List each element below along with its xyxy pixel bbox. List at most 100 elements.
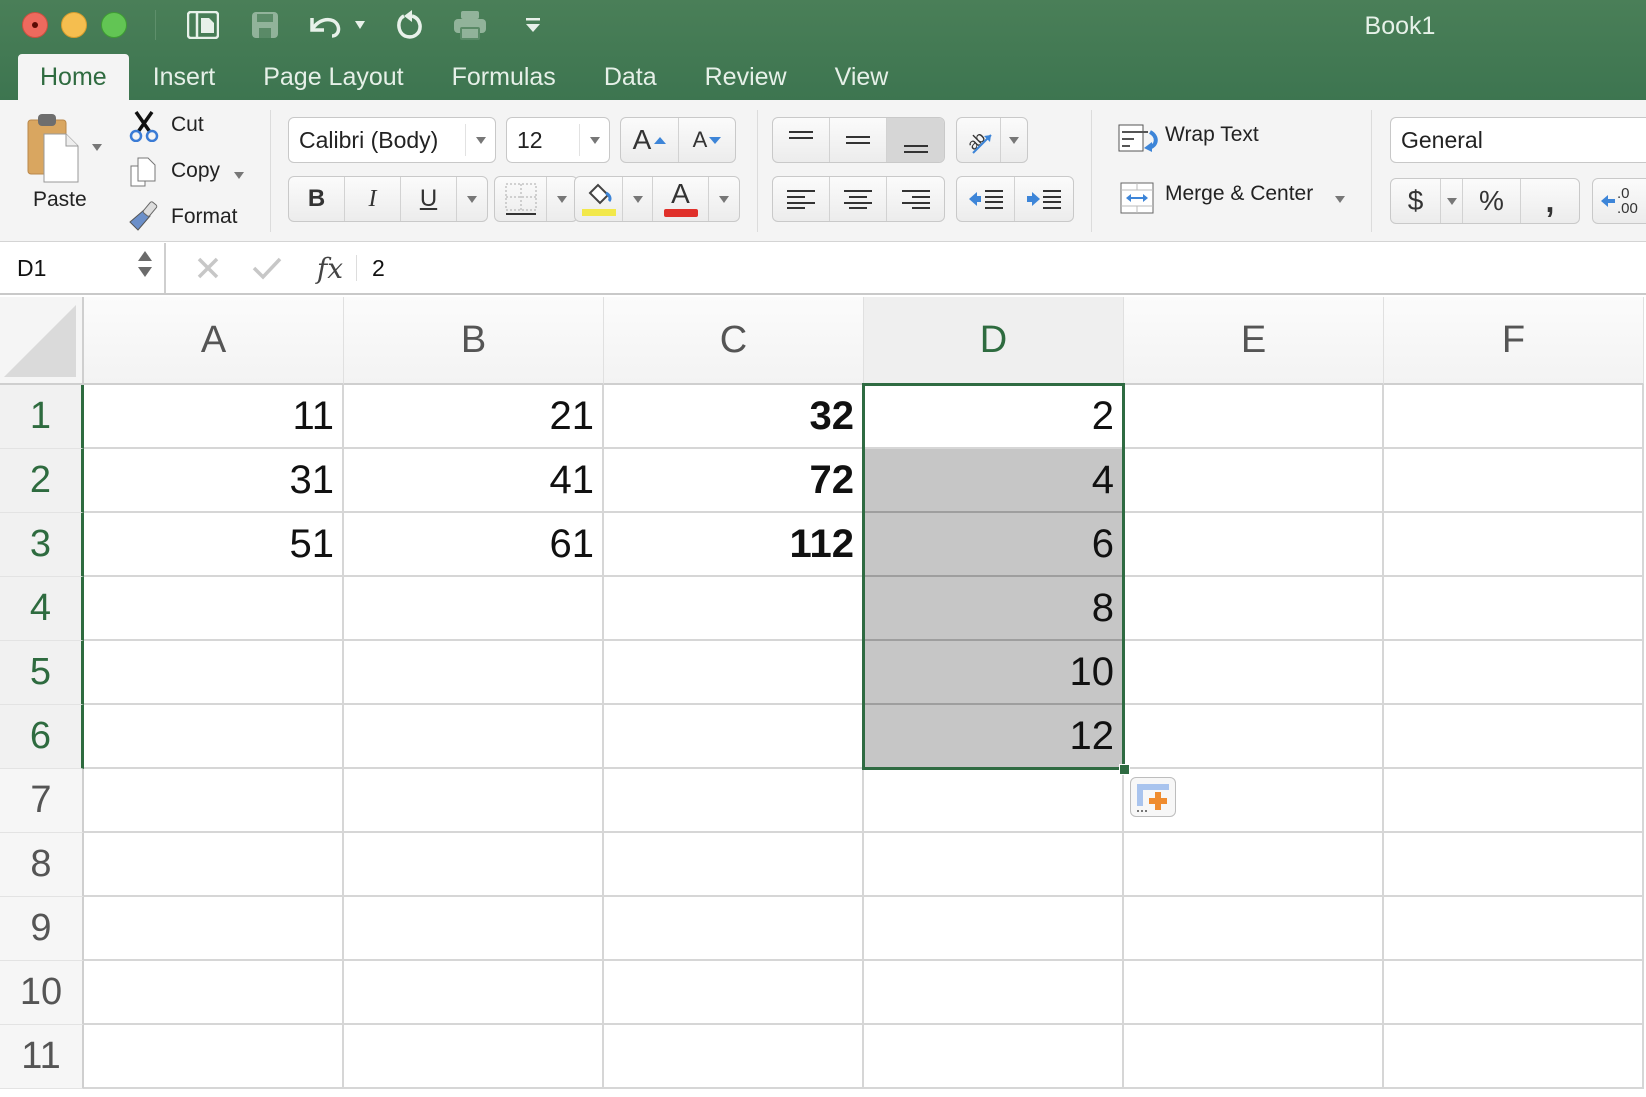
increase-decimal-button[interactable]: .0 .00 [1593, 179, 1646, 223]
tab-data[interactable]: Data [580, 54, 681, 100]
paste-button[interactable] [24, 112, 84, 184]
cell-f11[interactable] [1384, 1025, 1644, 1089]
cell-f6[interactable] [1384, 705, 1644, 769]
cell-c10[interactable] [604, 961, 864, 1025]
cell-f10[interactable] [1384, 961, 1644, 1025]
cell-f7[interactable] [1384, 769, 1644, 833]
cell-a2[interactable]: 31 [84, 449, 344, 513]
close-window-button[interactable] [22, 12, 48, 38]
row-header-4[interactable]: 4 [0, 577, 84, 641]
italic-button[interactable]: I [345, 177, 401, 221]
cell-e3[interactable] [1124, 513, 1384, 577]
paste-options-dropdown[interactable] [92, 138, 102, 156]
cell-c8[interactable] [604, 833, 864, 897]
fill-handle[interactable] [1119, 764, 1130, 775]
cell-e5[interactable] [1124, 641, 1384, 705]
increase-indent-button[interactable] [1015, 177, 1073, 221]
cell-a1[interactable]: 11 [84, 385, 344, 449]
row-header-6[interactable]: 6 [0, 705, 84, 769]
align-bottom-button[interactable] [887, 118, 944, 162]
wrap-text-button[interactable]: Wrap Text [1165, 123, 1259, 147]
fill-color-dropdown[interactable] [623, 177, 653, 221]
font-size-dropdown[interactable] [579, 124, 609, 156]
row-header-10[interactable]: 10 [0, 961, 84, 1025]
cell-e10[interactable] [1124, 961, 1384, 1025]
confirm-entry-button[interactable] [250, 251, 284, 285]
cell-e11[interactable] [1124, 1025, 1384, 1089]
cell-d9[interactable] [864, 897, 1124, 961]
cell-b5[interactable] [344, 641, 604, 705]
orientation-button[interactable]: ab [957, 118, 1001, 162]
align-left-button[interactable] [773, 177, 830, 221]
cell-d1[interactable]: 2 [864, 385, 1124, 449]
auto-fill-options-button[interactable] [1130, 777, 1176, 817]
decrease-indent-button[interactable] [957, 177, 1015, 221]
bold-button[interactable]: B [289, 177, 345, 221]
font-name-dropdown[interactable] [465, 124, 495, 156]
cell-b3[interactable]: 61 [344, 513, 604, 577]
cell-f9[interactable] [1384, 897, 1644, 961]
tab-page-layout[interactable]: Page Layout [239, 54, 427, 100]
cell-d2[interactable]: 4 [864, 449, 1124, 513]
cell-b10[interactable] [344, 961, 604, 1025]
cell-b2[interactable]: 41 [344, 449, 604, 513]
tab-view[interactable]: View [811, 54, 913, 100]
cell-d11[interactable] [864, 1025, 1124, 1089]
font-name-field[interactable]: Calibri (Body) [288, 117, 496, 163]
cut-button[interactable]: Cut [171, 113, 204, 137]
align-middle-button[interactable] [830, 118, 887, 162]
cell-a10[interactable] [84, 961, 344, 1025]
cell-b6[interactable] [344, 705, 604, 769]
cell-d4[interactable]: 8 [864, 577, 1124, 641]
cell-c4[interactable] [604, 577, 864, 641]
tab-review[interactable]: Review [681, 54, 811, 100]
cell-c5[interactable] [604, 641, 864, 705]
tab-insert[interactable]: Insert [129, 54, 240, 100]
row-header-11[interactable]: 11 [0, 1025, 84, 1089]
insert-function-button[interactable]: fx [312, 251, 348, 285]
currency-dropdown[interactable] [1441, 179, 1463, 223]
cell-d6[interactable]: 12 [864, 705, 1124, 769]
copy-button[interactable]: Copy [171, 159, 220, 183]
cell-d5[interactable]: 10 [864, 641, 1124, 705]
font-size-field[interactable]: 12 [506, 117, 610, 163]
print-icon[interactable] [452, 9, 488, 41]
maximize-window-button[interactable] [101, 12, 127, 38]
name-box[interactable]: D1 [0, 243, 166, 293]
cell-e9[interactable] [1124, 897, 1384, 961]
column-header-e[interactable]: E [1124, 297, 1384, 385]
align-right-button[interactable] [887, 177, 944, 221]
cell-a7[interactable] [84, 769, 344, 833]
orientation-dropdown[interactable] [1001, 118, 1027, 162]
cell-d3[interactable]: 6 [864, 513, 1124, 577]
cell-c7[interactable] [604, 769, 864, 833]
number-format-field[interactable]: General [1390, 117, 1646, 163]
font-color-button[interactable]: A [653, 177, 709, 221]
cell-b1[interactable]: 21 [344, 385, 604, 449]
cell-b8[interactable] [344, 833, 604, 897]
save-icon[interactable] [248, 9, 282, 41]
customize-toolbar-icon[interactable] [522, 9, 544, 41]
cell-a3[interactable]: 51 [84, 513, 344, 577]
cell-c2[interactable]: 72 [604, 449, 864, 513]
column-header-a[interactable]: A [84, 297, 344, 385]
cell-c1[interactable]: 32 [604, 385, 864, 449]
cell-c6[interactable] [604, 705, 864, 769]
percent-button[interactable]: % [1463, 179, 1521, 223]
undo-icon[interactable] [307, 9, 343, 41]
tab-formulas[interactable]: Formulas [428, 54, 580, 100]
merge-center-button[interactable]: Merge & Center [1165, 182, 1313, 206]
select-all-button[interactable] [0, 297, 84, 385]
formula-input[interactable]: 2 [372, 243, 385, 293]
tab-home[interactable]: Home [18, 54, 129, 100]
cell-f5[interactable] [1384, 641, 1644, 705]
cell-a4[interactable] [84, 577, 344, 641]
sidebar-icon[interactable] [186, 9, 220, 41]
cell-a5[interactable] [84, 641, 344, 705]
row-header-5[interactable]: 5 [0, 641, 84, 705]
cell-a6[interactable] [84, 705, 344, 769]
cell-c3[interactable]: 112 [604, 513, 864, 577]
column-header-c[interactable]: C [604, 297, 864, 385]
cell-e1[interactable] [1124, 385, 1384, 449]
cell-d7[interactable] [864, 769, 1124, 833]
